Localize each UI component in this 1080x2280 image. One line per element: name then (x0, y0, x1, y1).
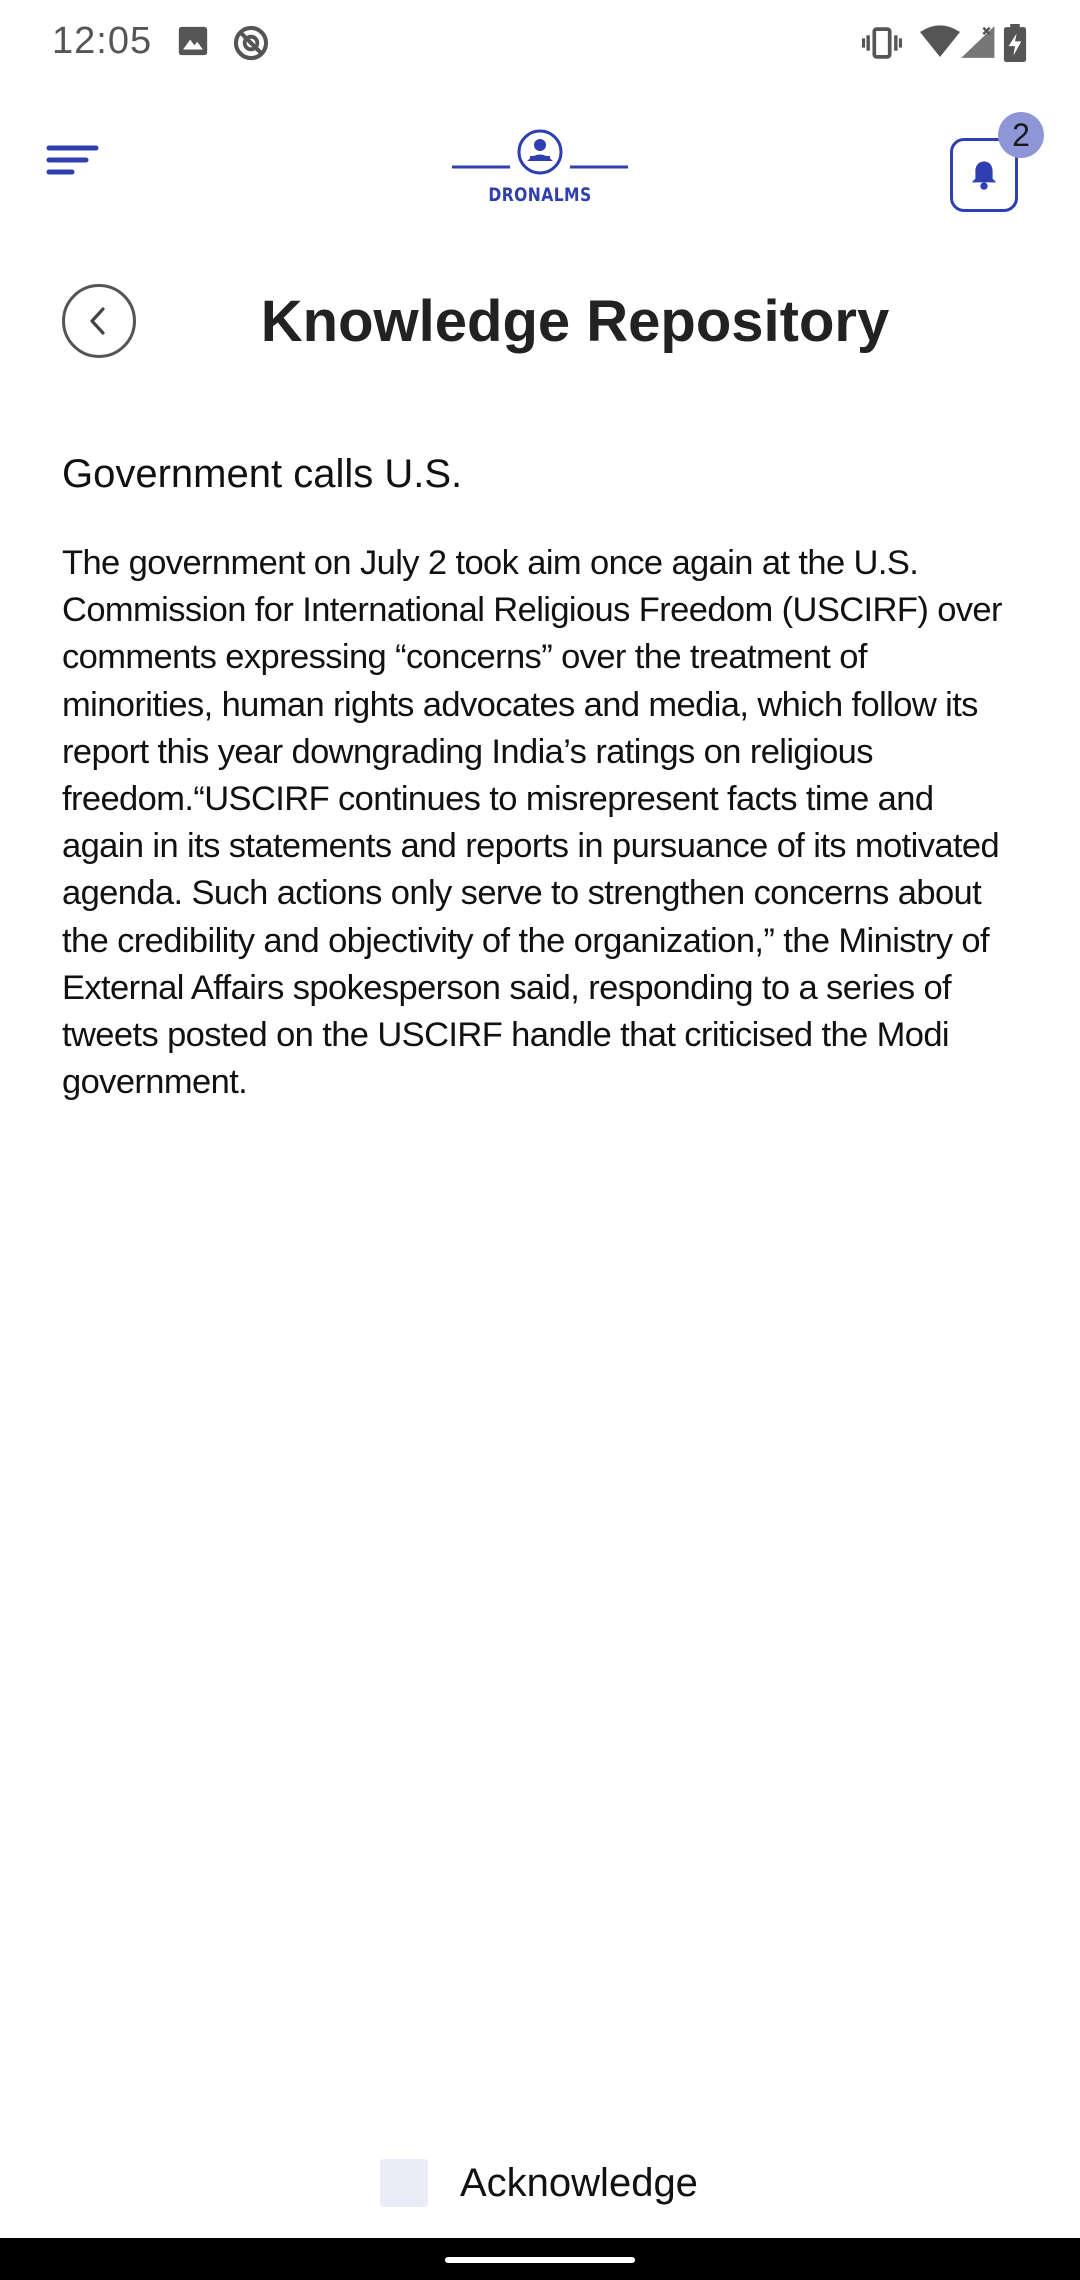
signal-icon (958, 24, 996, 60)
menu-button[interactable] (44, 134, 104, 194)
article-body: The government on July 2 took aim once a… (62, 544, 1003, 1102)
acknowledge-row[interactable]: Acknowledge (380, 2158, 698, 2208)
app-logo: DRONALMS (450, 122, 630, 212)
wifi-icon (920, 24, 960, 60)
system-nav-bar (0, 2238, 1080, 2280)
bell-icon (971, 161, 997, 190)
chevron-left-icon (90, 307, 105, 335)
page-title: Knowledge Repository (260, 289, 890, 354)
status-time: 12:05 (52, 20, 153, 62)
status-bar: 12:05 (0, 0, 1080, 90)
acknowledge-checkbox[interactable] (380, 2159, 428, 2207)
acknowledge-label[interactable]: Acknowledge (460, 2161, 698, 2206)
logo-text: DRONALMS (488, 184, 592, 206)
vibrate-icon (862, 24, 902, 62)
app-header: DRONALMS 2 (0, 110, 1080, 220)
menu-icon (46, 145, 99, 175)
battery-charging-icon (1002, 24, 1028, 62)
article-title: Government calls U.S. (62, 452, 463, 496)
back-button[interactable] (62, 284, 136, 358)
logo-icon (452, 129, 628, 175)
home-indicator[interactable] (445, 2257, 635, 2263)
sync-icon (232, 24, 270, 62)
image-icon (176, 24, 210, 58)
notification-badge: 2 (998, 112, 1044, 158)
